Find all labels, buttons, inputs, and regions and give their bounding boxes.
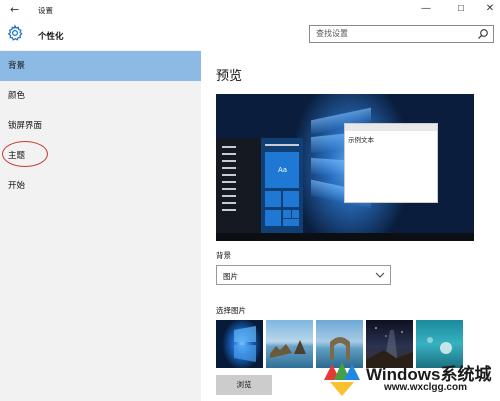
preview-tile-label: Aa	[278, 166, 288, 174]
gear-icon	[7, 24, 23, 41]
close-button[interactable]: ✕	[484, 3, 496, 14]
background-dropdown-value: 图片	[223, 272, 238, 281]
preview-sample-text: 示例文本	[348, 136, 374, 144]
sidebar-item-colors[interactable]: 颜色	[0, 81, 201, 111]
chevron-down-icon	[375, 272, 385, 278]
main-panel: 预览 Aa 示例文本 背景 图片 选择图片 浏览	[201, 50, 500, 401]
page-header: 个性化	[0, 20, 500, 50]
preview-taskbar	[216, 233, 474, 241]
sidebar: 背景 颜色 锁屏界面 主题 开始	[0, 50, 201, 401]
background-label: 背景	[216, 251, 231, 260]
search-icon[interactable]	[477, 28, 489, 40]
sidebar-item-background[interactable]: 背景	[0, 51, 201, 81]
preview-image: Aa 示例文本	[216, 94, 474, 241]
title-bar: ← 设置 — ☐ ✕	[0, 0, 500, 20]
wallpaper-thumbnail[interactable]	[216, 320, 263, 368]
back-button[interactable]: ←	[10, 3, 19, 16]
page-title: 个性化	[38, 32, 64, 42]
preview-tiles	[261, 138, 303, 233]
wallpaper-thumbnail[interactable]	[266, 320, 313, 368]
sidebar-item-start[interactable]: 开始	[0, 171, 201, 201]
sidebar-item-lock-screen[interactable]: 锁屏界面	[0, 111, 201, 141]
choose-picture-label: 选择图片	[216, 306, 246, 315]
preview-heading: 预览	[216, 69, 243, 84]
window-title: 设置	[38, 6, 53, 15]
watermark-url: www.wxclgg.com	[384, 382, 467, 393]
minimize-button[interactable]: —	[420, 3, 432, 14]
search-input[interactable]	[316, 29, 466, 38]
preview-start-items	[222, 146, 236, 216]
annotation-circle	[2, 141, 48, 167]
background-dropdown[interactable]: 图片	[216, 265, 391, 285]
browse-button[interactable]: 浏览	[216, 375, 272, 395]
windows-logo-icon	[324, 362, 360, 396]
watermark: Windows系统城 www.wxclgg.com	[318, 356, 500, 401]
search-box[interactable]	[309, 25, 494, 43]
maximize-button[interactable]: ☐	[455, 4, 467, 13]
